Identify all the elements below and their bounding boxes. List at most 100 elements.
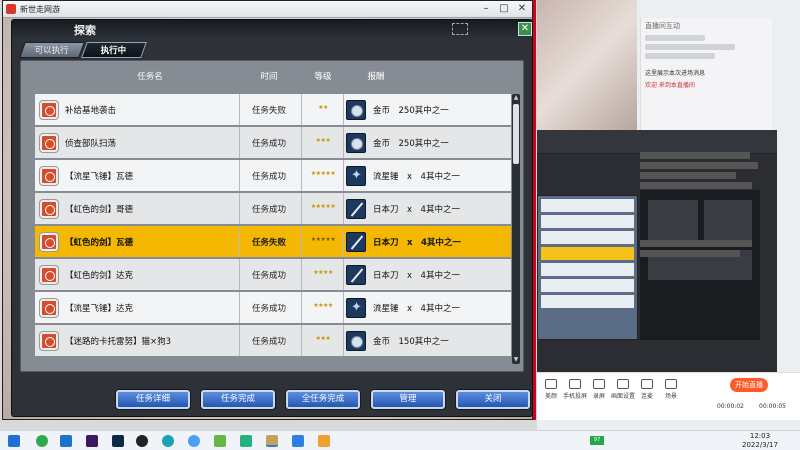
task-status: 任务成功 [251,205,286,215]
window-edge-highlight [533,0,536,420]
task-reward: 金币 150其中之一 [373,337,449,347]
clock-time: 12:03 [749,432,771,440]
background-photo [537,0,637,130]
panel-header: 探索 [12,20,532,38]
scroll-down-arrow-icon[interactable]: ▼ [512,356,520,364]
complete-all-button[interactable]: 全任务完成 [286,390,360,409]
task-status: 任务失败 [251,238,286,248]
task-icon [40,266,58,284]
start-menu-icon[interactable] [8,435,20,447]
chat-line [645,53,715,59]
preview-row [541,263,634,276]
clock-date: 2022/3/17 [742,441,778,449]
meteor-hammer-icon [346,298,366,318]
qq-icon[interactable] [136,435,148,447]
tool-mic[interactable]: 连麦 [635,379,659,400]
preview-block [648,200,698,240]
preview-block [704,200,752,240]
preview-row [541,199,634,212]
task-stars: ★★★★★ [310,236,336,243]
task-reward: 日本刀 x 4其中之一 [373,238,461,248]
table-row[interactable]: 补给基地袭击 任务失败 ★★ 金币 250其中之一 [35,94,511,125]
preview-row [541,215,634,228]
katana-icon [346,265,366,285]
task-detail-button[interactable]: 任务详细 [116,390,190,409]
tool-phone-cast[interactable]: 手机投屏 [563,379,587,400]
tool-scene[interactable]: 场景 [659,379,683,400]
task-icon [40,101,58,119]
task-status: 任务成功 [251,139,286,149]
tab-in-progress[interactable]: 执行中 [81,42,147,58]
task-name: 【虹色的剑】达克 [65,271,134,281]
chat-message: 这里展示本次进场消息 [645,70,706,77]
coin-icon [346,133,366,153]
system-clock[interactable]: 12:03 2022/3/17 [742,432,778,450]
task-name: 【迷路的卡托雷努】猫×狗3 [65,337,172,347]
edge-icon[interactable] [162,435,174,447]
table-row-selected[interactable]: 【虹色的剑】瓦德 任务失败 ★★★★★ 日本刀 x 4其中之一 [35,226,511,257]
task-reward: 金币 250其中之一 [373,106,449,116]
elapsed-time: 00:00:02 [717,403,744,410]
task-icon [40,332,58,350]
premiere-icon[interactable] [86,435,98,447]
task-reward: 金币 250其中之一 [373,139,449,149]
start-live-button[interactable]: 开始直播 [730,378,768,392]
panel-close-button[interactable]: ✕ [518,22,532,36]
tool-settings[interactable]: 画面设置 [611,379,635,400]
app-blue-icon[interactable] [60,435,72,447]
task-name: 【流星飞锤】瓦德 [65,172,134,182]
table-row[interactable]: 【迷路的卡托雷努】猫×狗3 任务成功 ★★★ 金币 150其中之一 [35,325,511,356]
table-row[interactable]: 【虹色的剑】达克 任务成功 ★★★★ 日本刀 x 4其中之一 [35,259,511,290]
total-time: 00:00:05 [759,403,786,410]
photoshop-icon[interactable] [112,435,124,447]
app-green-icon[interactable] [36,435,48,447]
task-list-scrollbar[interactable]: ▲ ▼ [512,94,520,364]
app-arrow-icon[interactable] [292,435,304,447]
battery-icon[interactable]: 97 [590,436,604,445]
window-title: 新世走网游 [20,5,60,14]
task-status: 任务失败 [251,106,286,116]
game-taskbar-icon[interactable] [266,435,278,447]
close-button[interactable]: 关闭 [456,390,530,409]
task-stars: ★★ [318,104,328,111]
upload-icon[interactable] [214,435,226,447]
task-status: 任务成功 [251,304,286,314]
table-row[interactable]: 侦查部队扫荡 任务成功 ★★★ 金币 250其中之一 [35,127,511,158]
katana-icon [346,199,366,219]
chat-header: 直播间互动 [645,22,680,30]
close-window-button[interactable]: ✕ [513,2,531,16]
scroll-up-arrow-icon[interactable]: ▲ [512,94,520,102]
chat-line [645,44,735,50]
table-row[interactable]: 【虹色的剑】哥德 任务成功 ★★★★★ 日本刀 x 4其中之一 [35,193,511,224]
table-row[interactable]: 【流星飞锤】瓦德 任务成功 ★★★★★ 流星锤 x 4其中之一 [35,160,511,191]
column-header-level: 等级 [314,72,332,82]
task-stars: ★★★★★ [310,203,336,210]
task-stars: ★★★ [315,335,331,342]
task-status: 任务成功 [251,337,286,347]
scene-preview-thumbnail [537,195,638,340]
chat-line [645,35,705,41]
preview-row [541,231,634,244]
meteor-hammer-icon [346,166,366,186]
column-header-task: 任务名 [137,72,163,82]
scroll-thumb[interactable] [513,104,519,164]
table-row[interactable]: 【流星飞锤】达克 任务成功 ★★★★ 流星锤 x 4其中之一 [35,292,511,323]
app-orange-icon[interactable] [318,435,330,447]
task-complete-button[interactable]: 任务完成 [201,390,275,409]
window-title-bar[interactable]: 新世走网游 – □ ✕ [3,1,532,18]
chrome-icon[interactable] [188,435,200,447]
tool-record[interactable]: 录屏 [587,379,611,400]
panel-footer: 任务详细 任务完成 全任务完成 管理 关闭 [12,390,532,414]
column-header-time: 时间 [260,72,278,82]
tool-beauty[interactable]: 美颜 [539,379,563,400]
tab-available[interactable]: 可以执行 [19,42,85,58]
preview-toolbar [537,130,777,154]
manage-button[interactable]: 管理 [371,390,445,409]
wechat-icon[interactable] [240,435,252,447]
minimize-button[interactable]: – [477,2,495,16]
maximize-button[interactable]: □ [495,2,513,16]
task-icon [40,299,58,317]
task-icon [40,134,58,152]
task-stars: ★★★ [315,137,331,144]
chat-message: 欢迎 来到本直播间 [645,82,695,89]
